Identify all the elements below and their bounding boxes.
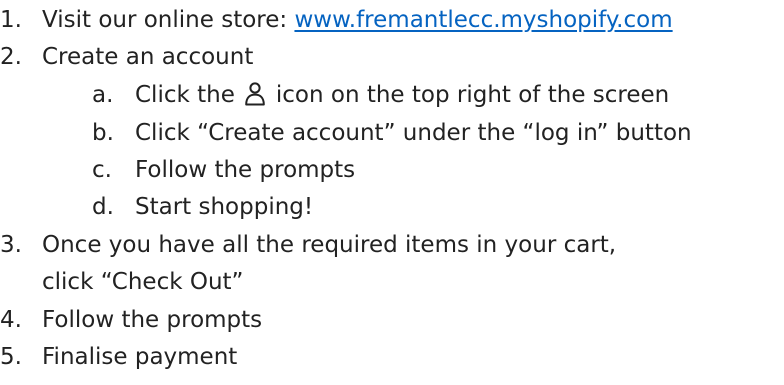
substep-text: Follow the prompts <box>135 157 356 183</box>
substep-text: Click “Create account” under the “log in… <box>135 120 692 146</box>
step-number: 4. <box>0 307 22 333</box>
step-number: 1. <box>0 7 22 33</box>
substep-text-after: icon on the top right of the screen <box>275 82 670 108</box>
substep-letter: a. <box>92 82 114 108</box>
substep-letter: d. <box>92 194 114 220</box>
substep-letter: c. <box>92 157 112 183</box>
step-text: Visit our online store: <box>42 7 295 33</box>
step-text: Create an account <box>42 44 254 70</box>
step-text: Once you have all the required items in … <box>42 232 617 258</box>
step-text: Follow the prompts <box>42 307 263 333</box>
store-link[interactable]: www.fremantlecc.myshopify.com <box>294 7 672 33</box>
step-number: 3. <box>0 232 22 258</box>
step-number: 2. <box>0 44 22 70</box>
step-text-line2: click “Check Out” <box>42 269 244 295</box>
step-text: Finalise payment <box>42 344 238 370</box>
substep-text-before: Click the <box>135 82 235 108</box>
substep-text: Start shopping! <box>135 194 314 220</box>
step-number: 5. <box>0 344 22 370</box>
person-icon <box>243 81 267 107</box>
substep-letter: b. <box>92 120 114 146</box>
